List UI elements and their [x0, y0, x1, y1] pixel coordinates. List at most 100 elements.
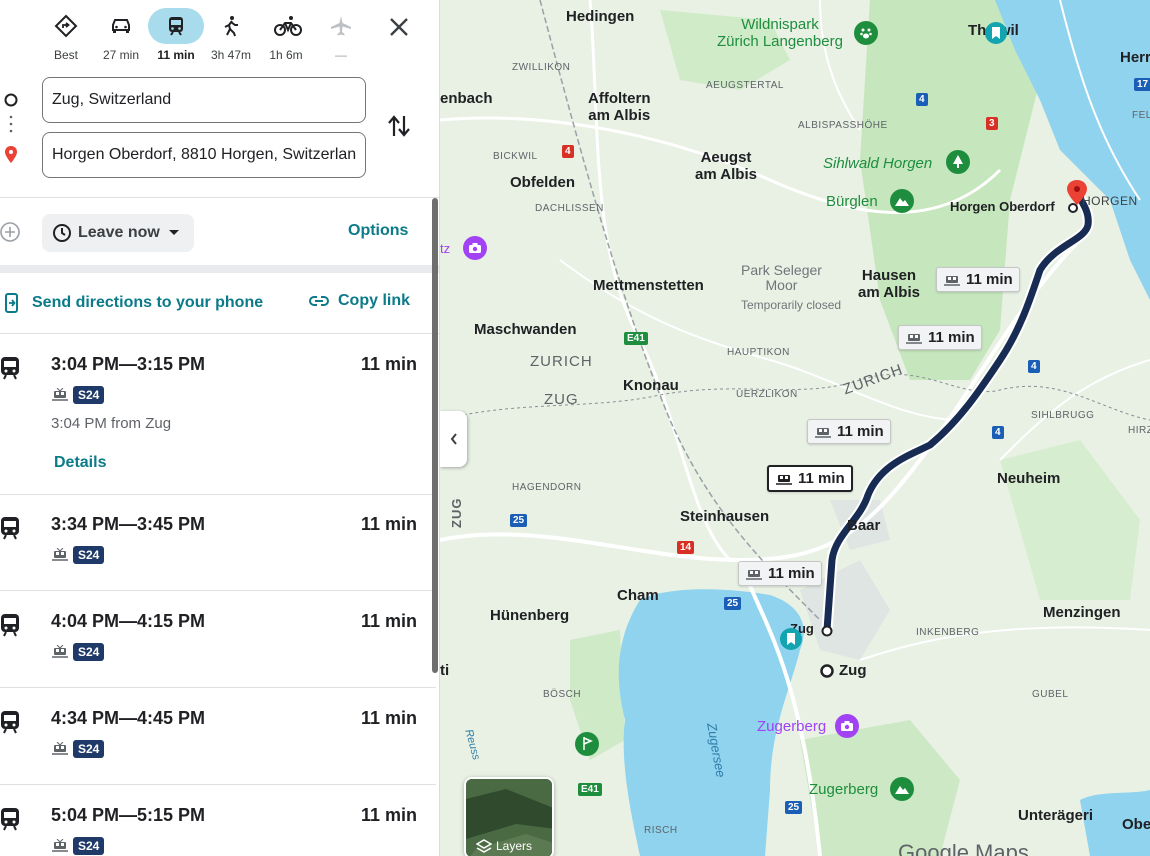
options-button[interactable]: Options [348, 222, 408, 240]
origin-circle-icon [4, 93, 18, 107]
mode-label: Best [53, 48, 78, 62]
camera-icon[interactable] [835, 714, 859, 738]
origin-input[interactable] [52, 91, 356, 109]
locality-label: DACHLISSEN [535, 203, 604, 214]
collapse-panel-button[interactable] [440, 411, 467, 467]
road-shield: 25 [785, 801, 803, 814]
town-label: Obfelden [510, 174, 576, 191]
mountain-icon[interactable] [890, 189, 914, 213]
golf-icon[interactable] [575, 732, 599, 756]
town-label: Baar [847, 517, 881, 534]
route-option[interactable]: 3:04 PM—3:15 PM 11 min S24 3:04 PM from … [0, 334, 436, 494]
paw-icon[interactable] [854, 21, 878, 45]
bookmark-icon[interactable] [985, 22, 1007, 44]
train-icon [0, 516, 20, 545]
mode-cycling[interactable]: 1h 6m [258, 6, 314, 66]
route-option[interactable]: 4:04 PM—4:15 PM 11 min S24 [0, 591, 436, 687]
route-option[interactable]: 3:34 PM—3:45 PM 11 min S24 [0, 494, 436, 590]
car-icon [112, 19, 130, 33]
road-shield: 14 [677, 541, 695, 554]
route-time-tag-selected[interactable]: 11 min [767, 465, 853, 492]
mode-label: 3h 47m [210, 48, 252, 62]
destination-input-box[interactable] [42, 132, 366, 178]
close-directions-button[interactable] [384, 12, 414, 42]
send-directions-link[interactable]: Send directions to your phone [4, 292, 263, 314]
layers-button[interactable]: Layers [464, 777, 554, 856]
route-line: S24 [51, 740, 105, 758]
locality-label: UERZLIKON [736, 389, 798, 400]
panel-scrollbar[interactable] [432, 198, 438, 673]
map-canvas[interactable]: Hedingen Affoltern am Albis Aeugst am Al… [440, 0, 1150, 856]
route-duration: 11 min [361, 354, 418, 374]
town-label: Unterägeri [1018, 807, 1094, 824]
destination-input[interactable] [52, 146, 356, 164]
train-small-icon [746, 569, 762, 580]
town-label: Menzingen [1043, 604, 1121, 621]
directions-panel: Best 27 min 11 min 3h 47m 1h 6m — Zug, S… [0, 0, 440, 856]
route-time-tag[interactable]: 11 min [898, 325, 982, 350]
time-tag-label: 11 min [966, 271, 1013, 288]
route-time: 3:04 PM—3:15 PM [51, 354, 206, 374]
town-label: Knonau [623, 377, 679, 394]
mode-label: 27 min [102, 48, 140, 62]
town-label: Neuheim [997, 470, 1061, 487]
mode-flights[interactable]: — [313, 6, 369, 66]
poi-label: Zugerberg [757, 718, 827, 735]
mode-label: 11 min [157, 48, 195, 62]
camera-icon[interactable] [463, 236, 487, 260]
mode-transit[interactable]: 11 min [148, 6, 204, 66]
train-small-icon [52, 388, 68, 401]
road-shield: E41 [578, 783, 602, 796]
mode-best[interactable]: Best [38, 6, 94, 66]
add-stop-button[interactable] [0, 221, 22, 243]
leave-now-dropdown[interactable]: Leave now [42, 214, 194, 252]
tree-icon[interactable] [946, 150, 970, 174]
destination-station-marker [1068, 203, 1078, 213]
mountain-icon[interactable] [890, 777, 914, 801]
route-duration: 11 min [361, 805, 418, 825]
route-option[interactable]: 5:04 PM—5:15 PM 11 min S24 [0, 785, 436, 856]
copy-link-button[interactable]: Copy link [308, 292, 410, 310]
mode-walking[interactable]: 3h 47m [203, 6, 259, 66]
town-label: Horgen Oberdorf [950, 199, 1055, 214]
canton-label: ZUG [544, 391, 579, 408]
divider [0, 197, 439, 198]
chevron-left-icon [450, 433, 457, 445]
bookmark-icon[interactable] [780, 628, 802, 650]
directions-diamond-icon [54, 14, 78, 38]
clock-icon [53, 224, 71, 242]
layers-label: Layers [496, 839, 533, 853]
locality-label: GUBEL [1032, 689, 1069, 700]
locality-label: AEUGSTERTAL [706, 80, 784, 91]
route-time-tag[interactable]: 11 min [738, 561, 822, 586]
route-departure: 3:04 PM from Zug [51, 415, 172, 432]
mode-label: 1h 6m [269, 48, 303, 62]
road-shield: E41 [624, 332, 648, 345]
town-label: Affoltern am Albis [588, 90, 651, 124]
park-label: Bürglen [826, 193, 878, 210]
leave-now-label: Leave now [78, 224, 160, 241]
origin-input-box[interactable] [42, 77, 366, 123]
locality-label: HAGENDORN [512, 482, 582, 493]
swap-endpoints-button[interactable] [386, 112, 412, 140]
mode-label: — [335, 48, 347, 62]
park-label: Wildnispark Zürich Langenberg [717, 16, 843, 50]
route-option[interactable]: 4:34 PM—4:45 PM 11 min S24 [0, 688, 436, 784]
waypoint-dot [9, 115, 13, 119]
line-badge: S24 [73, 386, 105, 404]
route-time-tag[interactable]: 11 min [807, 419, 891, 444]
mode-driving[interactable]: 27 min [93, 6, 149, 66]
route-details-link[interactable]: Details [54, 454, 106, 472]
poi-label: tz [440, 241, 451, 256]
time-tag-label: 11 min [837, 423, 884, 440]
locality-label: INKENBERG [916, 627, 980, 638]
train-small-icon [52, 742, 68, 755]
town-label: Steinhausen [680, 508, 770, 525]
locality-label: RISCH [644, 825, 678, 836]
locality-label: BICKWIL [493, 151, 538, 162]
town-label: Hedingen [566, 8, 635, 25]
line-badge: S24 [73, 546, 105, 564]
route-time-tag[interactable]: 11 min [936, 267, 1020, 292]
road-shield: 25 [510, 514, 528, 527]
route-duration: 11 min [361, 708, 418, 728]
